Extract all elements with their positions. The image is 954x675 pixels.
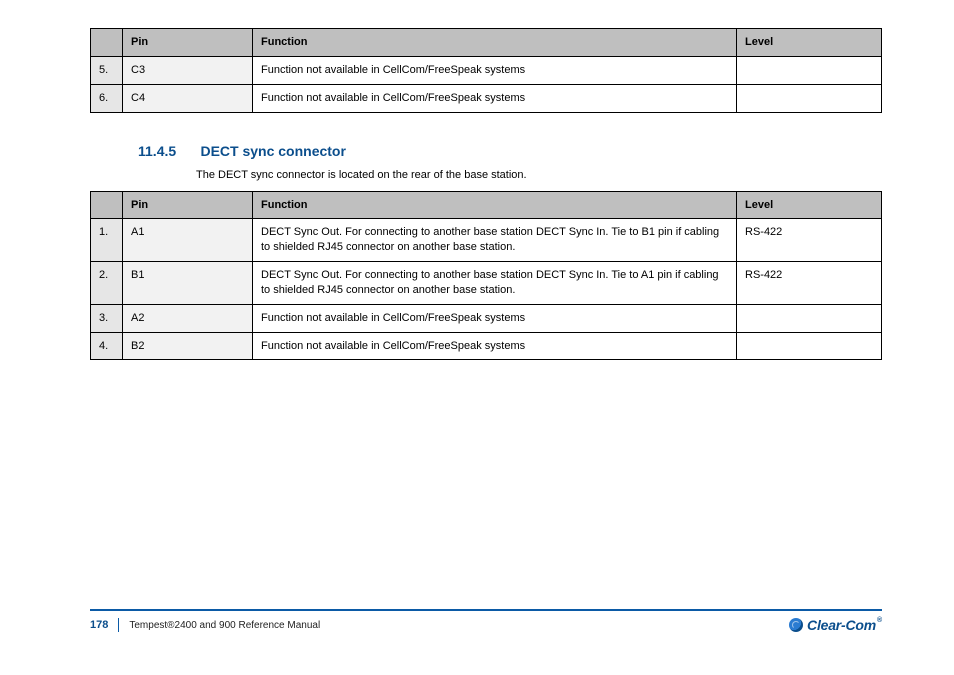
function-cell: Function not available in CellCom/FreeSp… bbox=[253, 332, 737, 360]
col-function: Function bbox=[253, 29, 737, 57]
pin-cell: A2 bbox=[123, 304, 253, 332]
footer-divider bbox=[118, 618, 119, 632]
pin-cell: A1 bbox=[123, 219, 253, 262]
pin-cell: B2 bbox=[123, 332, 253, 360]
level-cell bbox=[737, 332, 882, 360]
function-cell: DECT Sync Out. For connecting to another… bbox=[253, 219, 737, 262]
col-blank bbox=[91, 29, 123, 57]
level-cell bbox=[737, 84, 882, 112]
level-cell bbox=[737, 56, 882, 84]
brand-logo-text: Clear-Com® bbox=[807, 617, 882, 633]
globe-icon bbox=[789, 618, 803, 632]
document-title: Tempest®2400 and 900 Reference Manual bbox=[129, 620, 320, 631]
level-cell: RS-422 bbox=[737, 219, 882, 262]
row-num: 6. bbox=[91, 84, 123, 112]
section-heading: 11.4.5 DECT sync connector bbox=[138, 143, 882, 161]
page-footer: 178 Tempest®2400 and 900 Reference Manua… bbox=[90, 609, 882, 633]
function-cell: Function not available in CellCom/FreeSp… bbox=[253, 304, 737, 332]
table-row: 2. B1 DECT Sync Out. For connecting to a… bbox=[91, 262, 882, 305]
pin-cell: B1 bbox=[123, 262, 253, 305]
section-number: 11.4.5 bbox=[138, 143, 196, 159]
table-row: 5. C3 Function not available in CellCom/… bbox=[91, 56, 882, 84]
pinout-table-continued: Pin Function Level 5. C3 Function not av… bbox=[90, 28, 882, 113]
row-num: 2. bbox=[91, 262, 123, 305]
section-title: DECT sync connector bbox=[200, 143, 345, 159]
brand-logo: Clear-Com® bbox=[789, 617, 882, 633]
row-num: 3. bbox=[91, 304, 123, 332]
col-blank bbox=[91, 191, 123, 219]
table-row: 6. C4 Function not available in CellCom/… bbox=[91, 84, 882, 112]
col-pin: Pin bbox=[123, 29, 253, 57]
level-cell: RS-422 bbox=[737, 262, 882, 305]
table-row: 4. B2 Function not available in CellCom/… bbox=[91, 332, 882, 360]
row-num: 5. bbox=[91, 56, 123, 84]
page-number: 178 bbox=[90, 619, 108, 631]
col-level: Level bbox=[737, 29, 882, 57]
level-cell bbox=[737, 304, 882, 332]
pin-cell: C3 bbox=[123, 56, 253, 84]
table-row: 3. A2 Function not available in CellCom/… bbox=[91, 304, 882, 332]
function-cell: Function not available in CellCom/FreeSp… bbox=[253, 56, 737, 84]
col-pin: Pin bbox=[123, 191, 253, 219]
col-function: Function bbox=[253, 191, 737, 219]
pin-cell: C4 bbox=[123, 84, 253, 112]
col-level: Level bbox=[737, 191, 882, 219]
table-row: 1. A1 DECT Sync Out. For connecting to a… bbox=[91, 219, 882, 262]
row-num: 4. bbox=[91, 332, 123, 360]
footer-rule bbox=[90, 609, 882, 611]
function-cell: DECT Sync Out. For connecting to another… bbox=[253, 262, 737, 305]
row-num: 1. bbox=[91, 219, 123, 262]
function-cell: Function not available in CellCom/FreeSp… bbox=[253, 84, 737, 112]
dect-sync-pinout-table: Pin Function Level 1. A1 DECT Sync Out. … bbox=[90, 191, 882, 361]
section-description: The DECT sync connector is located on th… bbox=[196, 169, 882, 181]
